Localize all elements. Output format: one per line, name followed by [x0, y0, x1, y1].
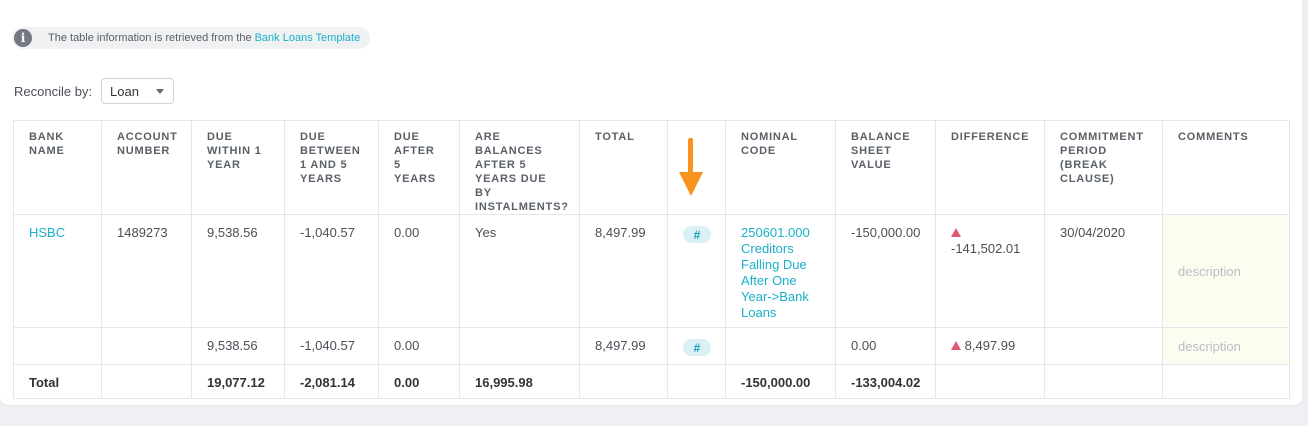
total-row: Total 19,077.12 -2,081.14 0.00 16,995.98… [13, 364, 1290, 399]
comment-field[interactable]: description [1162, 327, 1290, 365]
caret-down-icon [156, 88, 165, 94]
difference-cell: -141,502.01 [935, 214, 1045, 328]
total-due-1yr: 19,077.12 [191, 364, 285, 399]
instalments-cell [459, 327, 580, 365]
table-row: HSBC 1489273 9,538.56 -1,040.57 0.00 Yes… [13, 214, 1290, 328]
bank-loans-table: BANK NAME ACCOUNT NUMBER DUE WITHIN 1 YE… [13, 120, 1290, 399]
table-row: 9,538.56 -1,040.57 0.00 8,497.99 # 0.00 … [13, 327, 1290, 365]
reconcile-label: Reconcile by: [14, 83, 93, 99]
header-instalments[interactable]: ARE BALANCES AFTER 5 YEARS DUE BY INSTAL… [459, 120, 580, 215]
due-1-5-cell: -1,040.57 [284, 214, 379, 328]
bank-loans-template-link[interactable]: Bank Loans Template [255, 32, 361, 44]
difference-value: -141,502.01 [951, 241, 1021, 256]
commitment-cell [1044, 327, 1163, 365]
warning-triangle-icon [951, 228, 961, 237]
total-label: Total [13, 364, 102, 399]
difference-value: 8,497.99 [964, 338, 1016, 353]
hash-button[interactable]: # [683, 226, 711, 243]
total-cell: 8,497.99 [579, 214, 668, 328]
hash-button[interactable]: # [683, 339, 711, 356]
account-number-cell: 1489273 [101, 214, 192, 328]
reconcile-select-value: Loan [110, 83, 139, 99]
total-due-5plus: 0.00 [378, 364, 460, 399]
header-commitment-period[interactable]: COMMITMENT PERIOD (BREAK CLAUSE) [1044, 120, 1163, 215]
total-due-1-5: -2,081.14 [284, 364, 379, 399]
bank-name-link[interactable]: HSBC [29, 225, 65, 240]
instalments-cell: Yes [459, 214, 580, 328]
total-difference-cell [935, 364, 1045, 399]
bank-name-cell [13, 327, 102, 365]
balance-sheet-cell: -150,000.00 [835, 214, 936, 328]
comment-field[interactable]: description [1162, 214, 1290, 328]
header-balance-sheet-value[interactable]: BALANCE SHEET VALUE [835, 120, 936, 215]
total-account-cell [101, 364, 192, 399]
due-1yr-cell: 9,538.56 [191, 327, 285, 365]
table-header-row: BANK NAME ACCOUNT NUMBER DUE WITHIN 1 YE… [13, 120, 1290, 215]
header-difference[interactable]: DIFFERENCE [935, 120, 1045, 215]
total-comments-cell [1162, 364, 1290, 399]
header-due-within-1-year[interactable]: DUE WITHIN 1 YEAR [191, 120, 285, 215]
difference-cell: 8,497.99 [935, 327, 1045, 365]
total-balance-sheet: -133,004.02 [835, 364, 936, 399]
header-account-number[interactable]: ACCOUNT NUMBER [101, 120, 192, 215]
total-total-cell [579, 364, 668, 399]
total-instalments: 16,995.98 [459, 364, 580, 399]
total-cell: 8,497.99 [579, 327, 668, 365]
total-hash-cell [667, 364, 726, 399]
reconcile-select[interactable]: Loan [101, 78, 175, 104]
nominal-code-cell [725, 327, 836, 365]
nominal-code-link[interactable]: 250601.000 Creditors Falling Due After O… [741, 225, 810, 320]
account-number-cell [101, 327, 192, 365]
header-comments[interactable]: COMMENTS [1162, 120, 1290, 215]
info-icon: i [14, 29, 32, 47]
main-panel: i The table information is retrieved fro… [0, 0, 1302, 405]
header-due-1-to-5-years[interactable]: DUE BETWEEN 1 AND 5 YEARS [284, 120, 379, 215]
header-total[interactable]: TOTAL [579, 120, 668, 215]
header-nominal-code[interactable]: NOMINAL CODE [725, 120, 836, 215]
due-5plus-cell: 0.00 [378, 214, 460, 328]
due-1-5-cell: -1,040.57 [284, 327, 379, 365]
total-nominal-code: -150,000.00 [725, 364, 836, 399]
header-due-after-5-years[interactable]: DUE AFTER 5 YEARS [378, 120, 460, 215]
info-text: The table information is retrieved from … [48, 32, 252, 44]
header-bank-name[interactable]: BANK NAME [13, 120, 102, 215]
reconcile-control: Reconcile by: Loan [14, 78, 175, 104]
arrow-down-icon [679, 138, 703, 196]
warning-triangle-icon [951, 341, 961, 350]
commitment-cell: 30/04/2020 [1044, 214, 1163, 328]
info-banner: i The table information is retrieved fro… [12, 27, 371, 49]
total-commitment-cell [1044, 364, 1163, 399]
due-5plus-cell: 0.00 [378, 327, 460, 365]
balance-sheet-cell: 0.00 [835, 327, 936, 365]
due-1yr-cell: 9,538.56 [191, 214, 285, 328]
